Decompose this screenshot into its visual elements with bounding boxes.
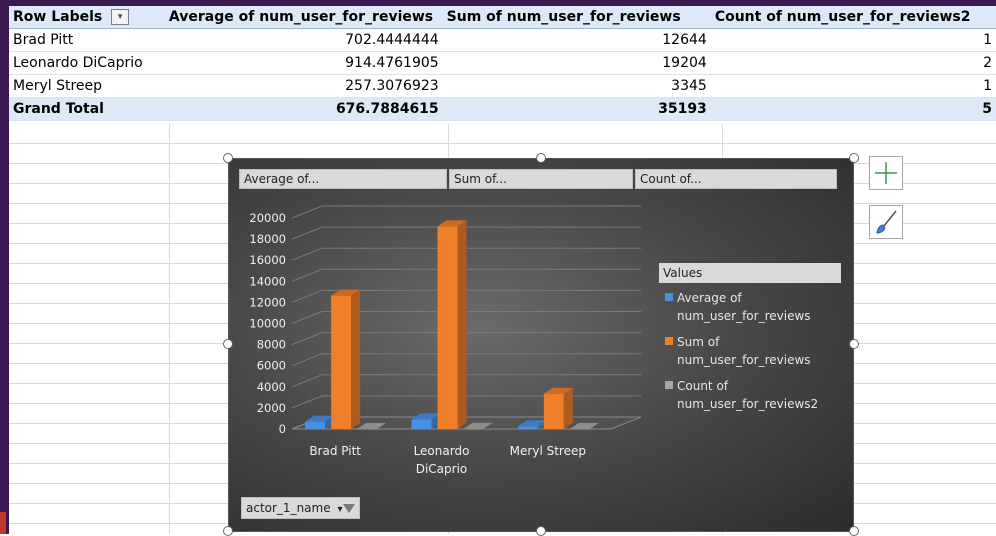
bar <box>517 426 538 429</box>
x-tick-label: Leonardo <box>414 444 470 458</box>
row-sum[interactable]: 3345 <box>442 74 711 98</box>
x-tick-label: DiCaprio <box>416 462 468 476</box>
bar <box>463 428 484 430</box>
chart-legend[interactable]: Average of num_user_for_reviews Sum of n… <box>665 289 845 421</box>
row-count[interactable]: 1 <box>710 28 996 52</box>
y-tick-label: 16000 <box>249 253 286 267</box>
bar <box>331 295 352 429</box>
y-tick-label: 4000 <box>257 380 286 394</box>
pivot-table: Row Labels ▾ Average of num_user_for_rev… <box>9 6 996 121</box>
row-average[interactable]: 914.4761905 <box>164 51 443 75</box>
bar <box>305 421 326 429</box>
legend-label: Average of <box>677 291 742 305</box>
legend-label: num_user_for_reviews <box>677 353 811 367</box>
row-count[interactable]: 1 <box>710 74 996 98</box>
y-tick-label: 2000 <box>257 401 286 415</box>
bar <box>411 419 432 429</box>
y-tick-label: 12000 <box>249 295 286 309</box>
row-sum[interactable]: 19204 <box>442 51 711 75</box>
total-count[interactable]: 5 <box>710 97 996 121</box>
resize-handle[interactable] <box>536 153 546 163</box>
total-average[interactable]: 676.7884615 <box>164 97 443 121</box>
y-tick-label: 18000 <box>249 232 286 246</box>
legend-entry-average[interactable]: Average of num_user_for_reviews <box>665 289 845 325</box>
bar <box>437 226 458 429</box>
bar <box>357 428 378 430</box>
bar <box>543 393 564 429</box>
pivot-row[interactable]: Meryl Streep 257.3076923 3345 1 <box>9 74 996 98</box>
chart-styles-button[interactable] <box>869 205 903 239</box>
total-label[interactable]: Grand Total <box>9 97 165 121</box>
bar-side <box>563 387 573 429</box>
pivot-header-row: Row Labels ▾ Average of num_user_for_rev… <box>9 6 996 29</box>
legend-title: Values <box>659 263 841 283</box>
y-tick-label: 8000 <box>257 338 286 352</box>
axis-field-button[interactable]: actor_1_name ▾ <box>241 497 361 519</box>
bar-side <box>351 289 361 429</box>
total-sum[interactable]: 35193 <box>442 97 711 121</box>
header-count[interactable]: Count of num_user_for_reviews2 <box>710 6 996 29</box>
resize-handle[interactable] <box>536 526 546 536</box>
legend-label: num_user_for_reviews2 <box>677 397 819 411</box>
legend-swatch <box>665 337 673 345</box>
row-label[interactable]: Brad Pitt <box>9 28 165 52</box>
row-labels-filter-icon[interactable]: ▾ <box>111 9 130 25</box>
bar <box>569 428 590 430</box>
legend-label: Count of <box>677 379 729 393</box>
bar-side <box>457 220 467 429</box>
resize-handle[interactable] <box>849 526 859 536</box>
filter-dropdown-icon[interactable]: ▾ <box>337 504 342 515</box>
pivot-row[interactable]: Brad Pitt 702.4444444 12644 1 <box>9 28 996 52</box>
resize-handle[interactable] <box>223 526 233 536</box>
window-frame-accent <box>0 512 6 534</box>
resize-handle[interactable] <box>849 339 859 349</box>
legend-label: num_user_for_reviews <box>677 309 811 323</box>
row-sum[interactable]: 12644 <box>442 28 711 52</box>
window-frame-left <box>0 0 9 534</box>
row-average[interactable]: 702.4444444 <box>164 28 443 52</box>
y-tick-label: 14000 <box>249 274 286 288</box>
resize-handle[interactable] <box>223 153 233 163</box>
legend-swatch <box>665 293 673 301</box>
x-tick-label: Brad Pitt <box>309 444 361 458</box>
legend-entry-count[interactable]: Count of num_user_for_reviews2 <box>665 377 845 413</box>
legend-label: Sum of <box>677 335 720 349</box>
y-tick-label: 0 <box>279 422 286 436</box>
chart-elements-button[interactable] <box>869 156 903 190</box>
filter-funnel-icon <box>343 504 356 513</box>
pivot-grand-total-row[interactable]: Grand Total 676.7884615 35193 5 <box>9 97 996 121</box>
pivot-chart[interactable]: Average of... Sum of... Count of... 0 200… <box>228 158 854 532</box>
header-sum[interactable]: Sum of num_user_for_reviews <box>442 6 711 29</box>
x-tick-label: Meryl Streep <box>510 444 586 458</box>
plus-icon <box>875 162 897 184</box>
legend-entry-sum[interactable]: Sum of num_user_for_reviews <box>665 333 845 369</box>
row-label[interactable]: Meryl Streep <box>9 74 165 98</box>
axis-field-label: actor_1_name <box>246 501 331 515</box>
pivot-row[interactable]: Leonardo DiCaprio 914.4761905 19204 2 <box>9 51 996 75</box>
paintbrush-icon <box>876 210 897 234</box>
row-average[interactable]: 257.3076923 <box>164 74 443 98</box>
y-tick-label: 6000 <box>257 359 286 373</box>
header-row-labels[interactable]: Row Labels ▾ <box>9 6 165 29</box>
row-label[interactable]: Leonardo DiCaprio <box>9 51 165 75</box>
gridline <box>291 205 641 219</box>
y-tick-label: 20000 <box>249 211 286 225</box>
legend-swatch <box>665 381 673 389</box>
y-tick-label: 10000 <box>249 317 286 331</box>
resize-handle[interactable] <box>849 153 859 163</box>
row-count[interactable]: 2 <box>710 51 996 75</box>
resize-handle[interactable] <box>223 339 233 349</box>
header-average[interactable]: Average of num_user_for_reviews <box>164 6 443 29</box>
header-row-labels-text: Row Labels <box>13 9 103 25</box>
